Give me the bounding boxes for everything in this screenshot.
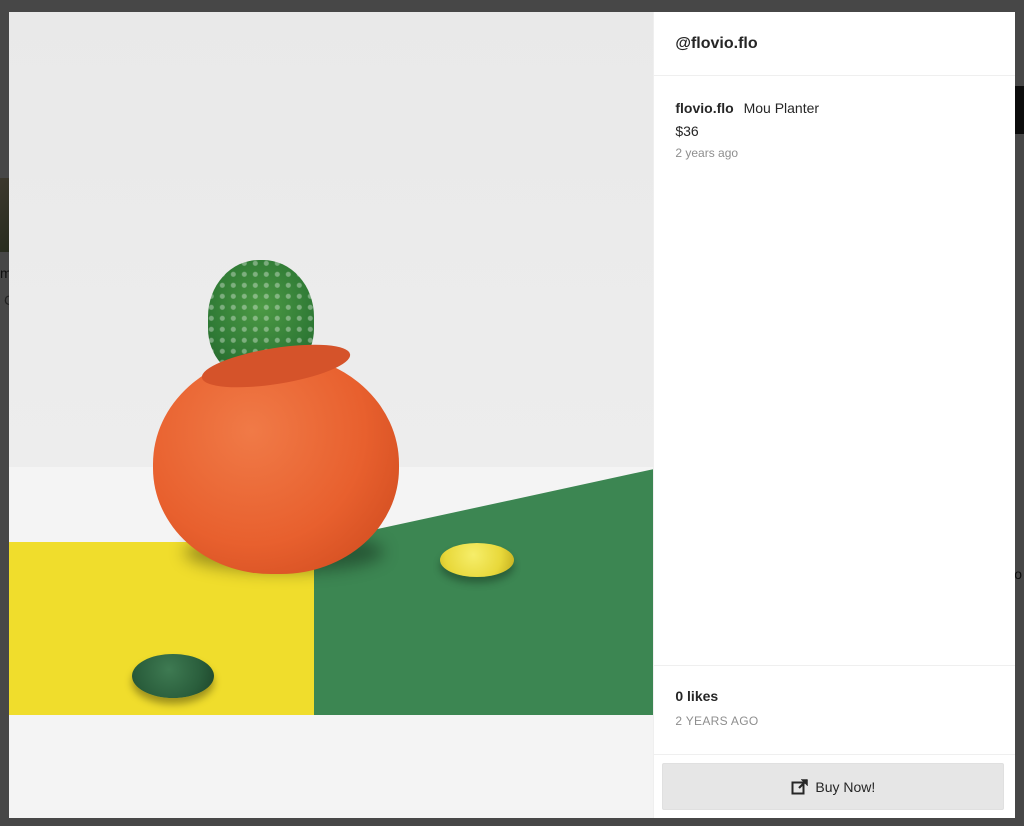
caption-line: flovio.flo Mou Planter: [675, 98, 994, 118]
panel-header: @flovio.flo: [654, 12, 1015, 76]
post-side-panel: @flovio.flo flovio.flo Mou Planter $36 2…: [653, 12, 1015, 818]
panel-footer: Buy Now!: [654, 754, 1015, 818]
post-caption-section: flovio.flo Mou Planter $36 2 years ago: [654, 76, 1015, 665]
post-photo: [9, 12, 654, 818]
photo-planter-pot: [153, 354, 399, 574]
buy-now-label: Buy Now!: [815, 778, 876, 795]
post-stats-section: 0 likes 2 YEARS AGO: [654, 665, 1015, 754]
likes-count[interactable]: 0 likes: [675, 686, 994, 706]
account-handle-link[interactable]: @flovio.flo: [675, 35, 757, 53]
post-modal: @flovio.flo flovio.flo Mou Planter $36 2…: [9, 12, 1015, 818]
product-price: $36: [675, 123, 699, 139]
caption-username-link[interactable]: flovio.flo: [675, 100, 733, 116]
post-timeago: 2 YEARS AGO: [675, 714, 759, 728]
external-link-icon: [791, 778, 809, 794]
caption-text: Mou Planter: [743, 100, 820, 116]
buy-now-button[interactable]: Buy Now!: [662, 763, 1005, 810]
photo-yellow-pebble: [440, 543, 514, 577]
photo-green-pebble: [132, 654, 214, 698]
caption-timestamp: 2 years ago: [675, 146, 739, 160]
